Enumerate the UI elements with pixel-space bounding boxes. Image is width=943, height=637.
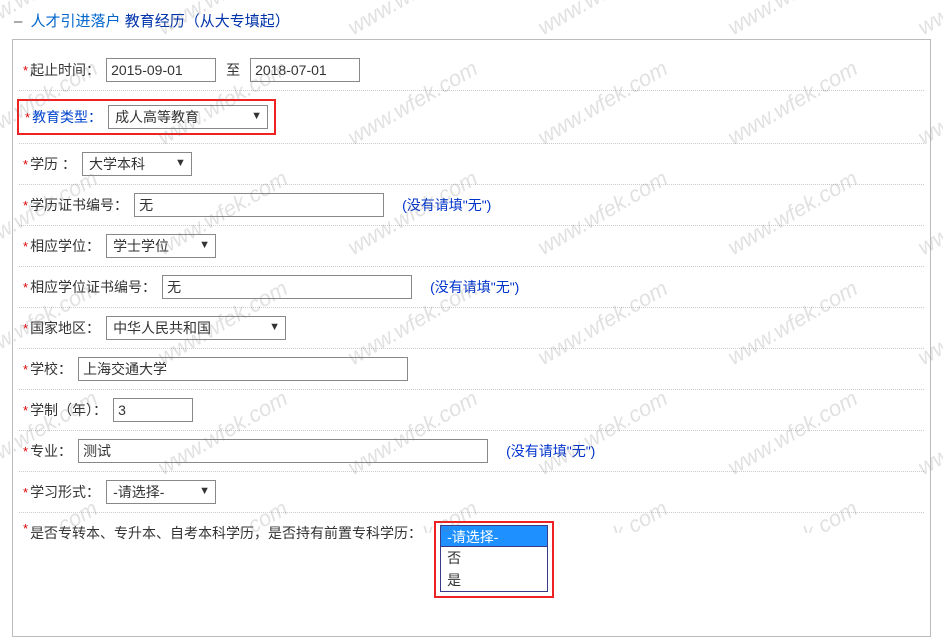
prev-degree-option-yes[interactable]: 是 bbox=[441, 569, 547, 591]
edu-type-highlight: * 教育类型： 成人高等教育 ▼ bbox=[17, 99, 276, 135]
row-years: * 学制（年）： bbox=[19, 390, 924, 431]
form-panel: * 起止时间： 至 * 教育类型： 成人高等教育 ▼ * 学历 ： 大学本科 bbox=[12, 39, 931, 637]
required-marker: * bbox=[23, 239, 28, 254]
required-marker: * bbox=[23, 444, 28, 459]
prev-degree-option-no[interactable]: 否 bbox=[441, 547, 547, 569]
chevron-down-icon: ▼ bbox=[195, 483, 213, 501]
end-date-input[interactable] bbox=[250, 58, 360, 82]
prev-degree-select[interactable]: -请选择- bbox=[440, 525, 548, 547]
required-marker: * bbox=[23, 157, 28, 172]
degree-select[interactable]: 大学本科 ▼ bbox=[82, 152, 192, 176]
required-marker: * bbox=[23, 198, 28, 213]
major-input[interactable] bbox=[78, 439, 488, 463]
label-edu-type: 教育类型： bbox=[32, 107, 102, 127]
row-prev-degree: * 是否专转本、专升本、自考本科学历，是否持有前置专科学历： -请选择- 否 是 bbox=[19, 513, 924, 606]
row-cert-no: * 学历证书编号： (没有请填"无") bbox=[19, 185, 924, 226]
label-date-range: 起止时间： bbox=[30, 60, 100, 80]
required-marker: * bbox=[23, 280, 28, 295]
row-degree-cert-no: * 相应学位证书编号： (没有请填"无") bbox=[19, 267, 924, 308]
row-major: * 专业： (没有请填"无") bbox=[19, 431, 924, 472]
row-edu-type: * 教育类型： 成人高等教育 ▼ bbox=[19, 91, 924, 144]
label-prev-degree: 是否专转本、专升本、自考本科学历，是否持有前置专科学历： bbox=[30, 521, 422, 545]
study-form-value: -请选择- bbox=[113, 482, 164, 502]
edu-type-value: 成人高等教育 bbox=[115, 107, 199, 127]
date-range-mid: 至 bbox=[226, 60, 240, 80]
degree-value: 大学本科 bbox=[89, 154, 145, 174]
required-marker: * bbox=[23, 521, 28, 536]
required-marker: * bbox=[23, 321, 28, 336]
label-study-form: 学习形式： bbox=[30, 482, 100, 502]
required-marker: * bbox=[23, 63, 28, 78]
edu-type-select[interactable]: 成人高等教育 ▼ bbox=[108, 105, 268, 129]
chevron-down-icon: ▼ bbox=[171, 155, 189, 173]
cert-no-hint: (没有请填"无") bbox=[402, 195, 491, 215]
row-degree: * 学历 ： 大学本科 ▼ bbox=[19, 144, 924, 185]
prev-degree-selected: -请选择- bbox=[447, 529, 498, 545]
country-value: 中华人民共和国 bbox=[113, 318, 211, 338]
chevron-down-icon: ▼ bbox=[195, 237, 213, 255]
section-legend: – 人才引进落户 教育经历（从大专填起） bbox=[14, 10, 939, 31]
label-degree-cert-no: 相应学位证书编号： bbox=[30, 277, 156, 297]
years-input[interactable] bbox=[113, 398, 193, 422]
label-degree: 学历 ： bbox=[30, 154, 76, 174]
row-country: * 国家地区： 中华人民共和国 ▼ bbox=[19, 308, 924, 349]
country-select[interactable]: 中华人民共和国 ▼ bbox=[106, 316, 286, 340]
legend-part1: 人才引进落户 bbox=[31, 13, 121, 30]
degree-title-select[interactable]: 学士学位 ▼ bbox=[106, 234, 216, 258]
start-date-input[interactable] bbox=[106, 58, 216, 82]
chevron-down-icon: ▼ bbox=[265, 319, 283, 337]
degree-title-value: 学士学位 bbox=[113, 236, 169, 256]
prev-degree-option-list: 否 是 bbox=[440, 547, 548, 592]
school-input[interactable] bbox=[78, 357, 408, 381]
label-school: 学校： bbox=[30, 359, 72, 379]
major-hint: (没有请填"无") bbox=[506, 441, 595, 461]
label-major: 专业： bbox=[30, 441, 72, 461]
legend-dash: – bbox=[14, 13, 22, 30]
degree-cert-no-hint: (没有请填"无") bbox=[430, 277, 519, 297]
required-marker: * bbox=[23, 403, 28, 418]
row-degree-title: * 相应学位： 学士学位 ▼ bbox=[19, 226, 924, 267]
label-cert-no: 学历证书编号： bbox=[30, 195, 128, 215]
row-study-form: * 学习形式： -请选择- ▼ bbox=[19, 472, 924, 513]
row-date-range: * 起止时间： 至 bbox=[19, 50, 924, 91]
label-years: 学制（年）： bbox=[30, 400, 107, 420]
required-marker: * bbox=[25, 110, 30, 125]
required-marker: * bbox=[23, 485, 28, 500]
chevron-down-icon: ▼ bbox=[247, 108, 265, 126]
required-marker: * bbox=[23, 362, 28, 377]
study-form-select[interactable]: -请选择- ▼ bbox=[106, 480, 216, 504]
label-degree-title: 相应学位： bbox=[30, 236, 100, 256]
label-country: 国家地区： bbox=[30, 318, 100, 338]
row-school: * 学校： bbox=[19, 349, 924, 390]
legend-part2: 教育经历（从大专填起） bbox=[125, 13, 290, 30]
cert-no-input[interactable] bbox=[134, 193, 384, 217]
degree-cert-no-input[interactable] bbox=[162, 275, 412, 299]
